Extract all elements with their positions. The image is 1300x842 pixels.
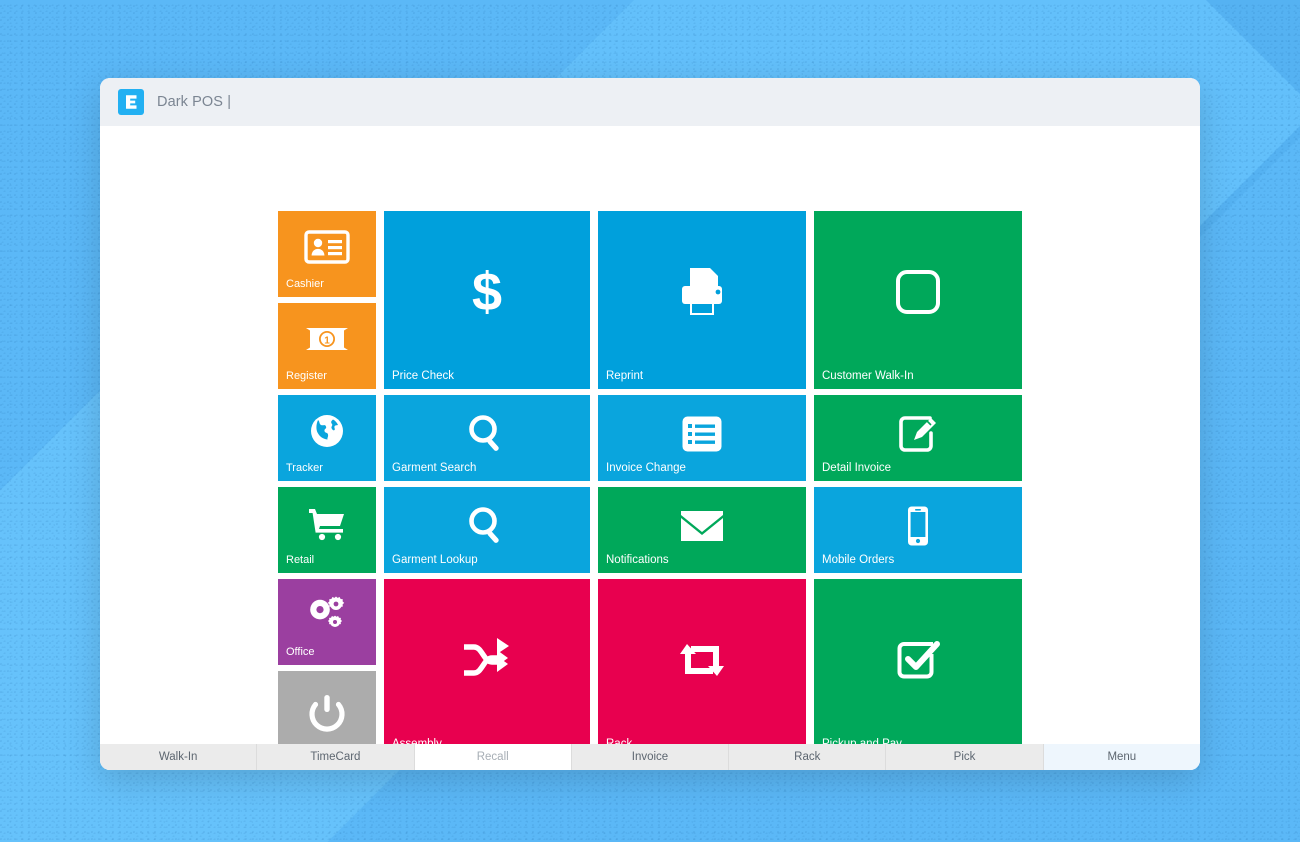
magnifier-icon: [466, 505, 508, 547]
tab-rack[interactable]: Rack: [729, 744, 887, 770]
window-body: Cashier $ Price Check Reprint Customer W…: [100, 126, 1200, 770]
edit-square-icon: [897, 413, 939, 455]
rounded-square-icon: [894, 268, 942, 316]
tile-garment-search[interactable]: Garment Search: [384, 395, 590, 481]
tile-cashier[interactable]: Cashier: [278, 211, 376, 297]
globe-icon: [309, 413, 345, 449]
magnifier-icon: [466, 413, 508, 455]
tile-label: Office: [286, 646, 315, 658]
tab-timecard[interactable]: TimeCard: [257, 744, 415, 770]
tile-rack[interactable]: Rack: [598, 579, 806, 757]
banknote-icon: 1: [305, 324, 349, 354]
tab-recall[interactable]: Recall: [414, 744, 572, 770]
tile-assembly[interactable]: Assembly: [384, 579, 590, 757]
app-title: Dark POS |: [157, 94, 232, 110]
tile-reprint[interactable]: Reprint: [598, 211, 806, 389]
bottom-tab-bar: Walk-In TimeCard Recall Invoice Rack Pic…: [100, 744, 1200, 770]
tile-label: Garment Search: [392, 462, 477, 474]
gears-icon: [305, 595, 349, 635]
tab-walk-in[interactable]: Walk-In: [100, 744, 258, 770]
shuffle-icon: [460, 638, 514, 682]
tile-label: Notifications: [606, 554, 669, 566]
envelope-icon: [679, 509, 725, 543]
tile-label: Price Check: [392, 370, 454, 382]
tile-label: Detail Invoice: [822, 462, 892, 474]
app-logo-icon: [118, 89, 144, 115]
tile-notifications[interactable]: Notifications: [598, 487, 806, 573]
tile-label: Reprint: [606, 370, 644, 382]
checkbox-icon: [895, 637, 941, 683]
tile-invoice-change[interactable]: Invoice Change: [598, 395, 806, 481]
tab-menu[interactable]: Menu: [1043, 744, 1200, 770]
smartphone-icon: [905, 505, 931, 547]
tile-detail-invoice[interactable]: Detail Invoice: [814, 395, 1022, 481]
id-card-icon: [304, 230, 350, 264]
tile-label: Retail: [286, 554, 315, 566]
list-box-icon: [681, 415, 723, 453]
tile-price-check[interactable]: $ Price Check: [384, 211, 590, 389]
tile-tracker[interactable]: Tracker: [278, 395, 376, 481]
tile-mobile-orders[interactable]: Mobile Orders: [814, 487, 1022, 573]
tile-label: Customer Walk-In: [822, 370, 914, 382]
tile-label: Tracker: [286, 462, 323, 474]
tile-label: Register: [286, 370, 327, 382]
tile-grid: Cashier $ Price Check Reprint Customer W…: [278, 211, 1022, 757]
tile-label: Invoice Change: [606, 462, 686, 474]
tab-pick[interactable]: Pick: [886, 744, 1044, 770]
title-bar: Dark POS |: [100, 78, 1200, 126]
power-icon: [307, 693, 347, 735]
tile-pickup-and-pay[interactable]: Pickup and Pay: [814, 579, 1022, 757]
shopping-cart-icon: [306, 505, 348, 541]
tile-customer-walk-in[interactable]: Customer Walk-In: [814, 211, 1022, 389]
printer-icon: [675, 264, 729, 320]
tile-office[interactable]: Office: [278, 579, 376, 665]
svg-text:1: 1: [324, 335, 330, 346]
tile-garment-lookup[interactable]: Garment Lookup: [384, 487, 590, 573]
tile-label: Cashier: [286, 278, 324, 290]
tile-label: Mobile Orders: [822, 554, 895, 566]
application-window: Dark POS | Cashier $ Price Check Reprint…: [100, 78, 1200, 770]
tab-invoice[interactable]: Invoice: [571, 744, 730, 770]
tile-register[interactable]: 1 Register: [278, 303, 376, 389]
retweet-icon: [676, 638, 728, 682]
tile-retail[interactable]: Retail: [278, 487, 376, 573]
tile-label: Garment Lookup: [392, 554, 478, 566]
dollar-sign-icon: $: [471, 262, 503, 322]
